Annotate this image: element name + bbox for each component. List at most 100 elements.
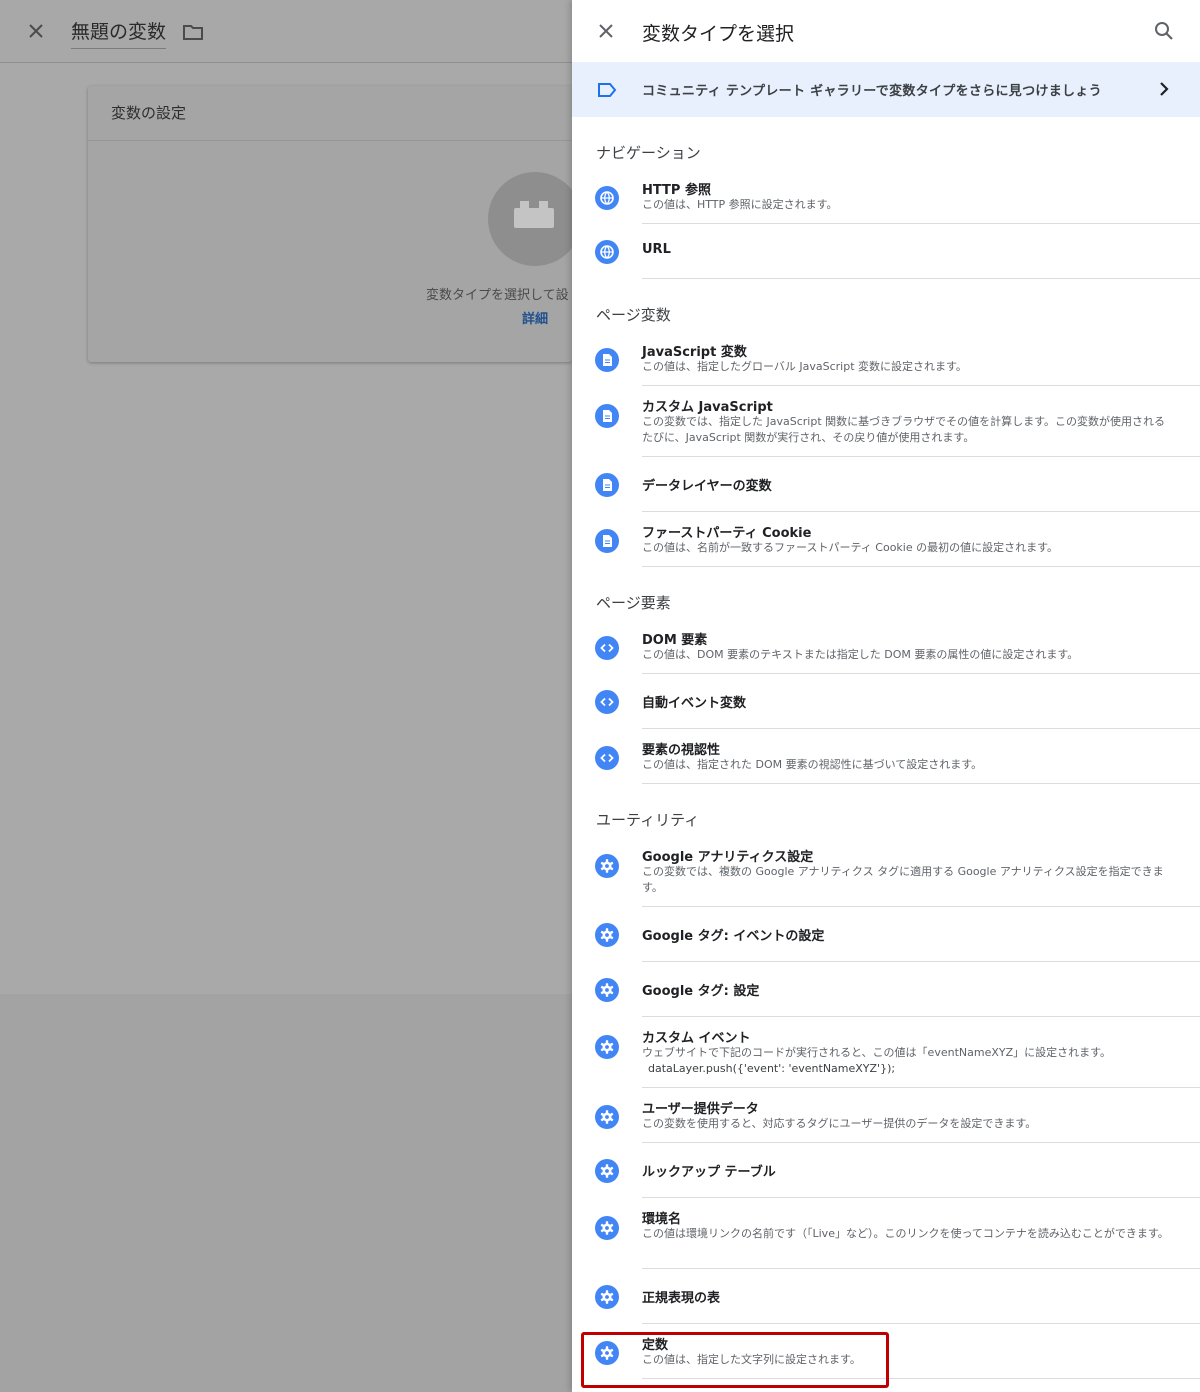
- item-description: ウェブサイトで下記のコードが実行されると、この値は「eventNameXYZ」に…: [642, 1045, 1172, 1077]
- gear-icon: [595, 1216, 619, 1240]
- variable-type-item[interactable]: JavaScript 変数 この値は、指定したグローバル JavaScript 変…: [572, 331, 1200, 386]
- description-text: この変数では、指定した JavaScript 関数に基づきブラウザでその値を計算…: [642, 415, 1166, 444]
- variable-type-item[interactable]: 環境名 この値は環境リンクの名前です（「Live」など）。このリンクを使ってコンテ…: [572, 1198, 1200, 1269]
- folder-icon[interactable]: [181, 20, 205, 44]
- description-text: この値は、名前が一致するファーストパーティ Cookie の最初の値に設定されま…: [642, 541, 1059, 554]
- item-description: この値は、指定したグローバル JavaScript 変数に設定されます。: [642, 359, 1172, 375]
- panel-title: 変数タイプを選択: [642, 23, 795, 45]
- variable-type-item[interactable]: ユーザー提供データ この変数を使用すると、対応するタグにユーザー提供のデータを設定…: [572, 1088, 1200, 1143]
- variable-type-item[interactable]: 要素の視認性 この値は、指定された DOM 要素の視認性に基づいて設定されます。: [572, 729, 1200, 784]
- variable-type-item[interactable]: カスタム イベント ウェブサイトで下記のコードが実行されると、この値は「event…: [572, 1017, 1200, 1088]
- variable-type-item[interactable]: DOM 要素 この値は、DOM 要素のテキストまたは指定した DOM 要素の属性の…: [572, 619, 1200, 674]
- item-title: Google アナリティクス設定: [642, 850, 814, 865]
- code-snippet: dataLayer.push({'event': 'eventNameXYZ'}…: [648, 1062, 896, 1075]
- panel-header: 変数タイプを選択: [572, 0, 1200, 62]
- section-title: ユーティリティ: [596, 811, 700, 829]
- description-text: この値は、指定された DOM 要素の視認性に基づいて設定されます。: [642, 758, 983, 771]
- item-title: 定数: [642, 1338, 669, 1353]
- item-description: この変数では、指定した JavaScript 関数に基づきブラウザでその値を計算…: [642, 414, 1172, 446]
- gear-icon: [595, 923, 619, 947]
- divider: [642, 783, 1200, 784]
- description-text: この変数では、複数の Google アナリティクス タグに適用する Google…: [642, 865, 1164, 894]
- item-title: 正規表現の表: [642, 1291, 721, 1306]
- document-icon: [595, 404, 619, 428]
- variable-type-item[interactable]: 正規表現の表: [572, 1269, 1200, 1324]
- tag-icon: [596, 80, 618, 100]
- section-title: ナビゲーション: [596, 144, 701, 162]
- variable-type-item[interactable]: Google タグ: 設定: [572, 962, 1200, 1017]
- description-text: この値は環境リンクの名前です（「Live」など）。このリンクを使ってコンテナを読…: [642, 1227, 1169, 1240]
- item-title: カスタム イベント: [642, 1031, 751, 1046]
- description-text: この値は、HTTP 参照に設定されます。: [642, 198, 838, 211]
- description-text: この値は、指定した文字列に設定されます。: [642, 1353, 861, 1366]
- search-icon[interactable]: [1152, 19, 1176, 43]
- item-description: この値は、名前が一致するファーストパーティ Cookie の最初の値に設定されま…: [642, 540, 1172, 556]
- document-icon: [595, 348, 619, 372]
- item-description: この値は、指定された DOM 要素の視認性に基づいて設定されます。: [642, 757, 1172, 773]
- item-title: ルックアップ テーブル: [642, 1165, 776, 1180]
- item-description: この値は、HTTP 参照に設定されます。: [642, 197, 1172, 213]
- variable-type-item[interactable]: ルックアップ テーブル: [572, 1143, 1200, 1198]
- gear-icon: [595, 1285, 619, 1309]
- gear-icon: [595, 978, 619, 1002]
- gear-icon: [595, 1159, 619, 1183]
- code-icon: [595, 746, 619, 770]
- variable-type-panel: 変数タイプを選択 コミュニティ テンプレート ギャラリーで変数タイプをさらに見つ…: [572, 0, 1200, 1392]
- editor-header: 無題の変数: [0, 0, 572, 63]
- item-title: 環境名: [642, 1212, 682, 1227]
- item-title: HTTP 参照: [642, 183, 711, 198]
- chevron-right-icon: [1154, 79, 1174, 99]
- banner-text: コミュニティ テンプレート ギャラリーで変数タイプをさらに見つけましょう: [642, 84, 1102, 99]
- block-icon: [514, 201, 554, 228]
- description-text: ウェブサイトで下記のコードが実行されると、この値は「eventNameXYZ」に…: [642, 1046, 1112, 1059]
- divider: [642, 1378, 1200, 1379]
- variable-type-item[interactable]: データレイヤーの変数: [572, 457, 1200, 512]
- item-title: DOM 要素: [642, 633, 708, 648]
- variable-name[interactable]: 無題の変数: [71, 17, 167, 49]
- detail-link[interactable]: 詳細: [522, 308, 548, 327]
- variable-type-item[interactable]: URL: [572, 224, 1200, 279]
- description-text: この値は、指定したグローバル JavaScript 変数に設定されます。: [642, 360, 967, 373]
- section-title: ページ変数: [596, 306, 671, 324]
- globe-icon: [595, 186, 619, 210]
- item-title: 自動イベント変数: [642, 696, 747, 711]
- document-icon: [595, 529, 619, 553]
- item-description: この変数では、複数の Google アナリティクス タグに適用する Google…: [642, 864, 1172, 896]
- item-description: この値は、DOM 要素のテキストまたは指定した DOM 要素の属性の値に設定され…: [642, 647, 1172, 663]
- code-icon: [595, 690, 619, 714]
- description-text: この値は、DOM 要素のテキストまたは指定した DOM 要素の属性の値に設定され…: [642, 648, 1079, 661]
- code-icon: [595, 636, 619, 660]
- item-title: データレイヤーの変数: [642, 479, 772, 494]
- background-area: [0, 994, 572, 1392]
- gear-icon: [595, 854, 619, 878]
- divider: [642, 566, 1200, 567]
- variable-type-item[interactable]: カスタム JavaScript この変数では、指定した JavaScript 関数…: [572, 386, 1200, 457]
- document-icon: [595, 473, 619, 497]
- item-title: ユーザー提供データ: [642, 1102, 759, 1117]
- item-title: URL: [642, 242, 671, 257]
- close-icon[interactable]: [24, 19, 48, 43]
- gear-icon: [595, 1341, 619, 1365]
- variable-type-item[interactable]: Google タグ: イベントの設定: [572, 907, 1200, 962]
- select-type-hint: 変数タイプを選択して設: [426, 288, 569, 303]
- community-gallery-banner[interactable]: コミュニティ テンプレート ギャラリーで変数タイプをさらに見つけましょう: [572, 62, 1200, 117]
- gear-icon: [595, 1035, 619, 1059]
- item-title: カスタム JavaScript: [642, 400, 773, 415]
- close-icon[interactable]: [594, 19, 618, 43]
- globe-icon: [595, 240, 619, 264]
- item-description: この変数を使用すると、対応するタグにユーザー提供のデータを設定できます。: [642, 1116, 1172, 1132]
- divider: [642, 278, 1200, 279]
- gear-icon: [595, 1105, 619, 1129]
- item-title: ファーストパーティ Cookie: [642, 526, 812, 541]
- variable-type-item[interactable]: HTTP 参照 この値は、HTTP 参照に設定されます。: [572, 169, 1200, 224]
- variable-type-item[interactable]: ファーストパーティ Cookie この値は、名前が一致するファーストパーティ Co…: [572, 512, 1200, 567]
- item-title: JavaScript 変数: [642, 345, 747, 360]
- card-title: 変数の設定: [111, 104, 187, 122]
- variable-type-placeholder[interactable]: [488, 172, 582, 266]
- variable-type-item[interactable]: Google アナリティクス設定 この変数では、複数の Google アナリティク…: [572, 836, 1200, 907]
- variable-type-item[interactable]: 定数 この値は、指定した文字列に設定されます。: [572, 1324, 1200, 1379]
- description-text: この変数を使用すると、対応するタグにユーザー提供のデータを設定できます。: [642, 1117, 1037, 1130]
- variable-type-item[interactable]: 自動イベント変数: [572, 674, 1200, 729]
- item-title: Google タグ: イベントの設定: [642, 929, 825, 944]
- variable-config-card: 変数の設定 変数タイプを選択して設 詳細: [88, 86, 582, 362]
